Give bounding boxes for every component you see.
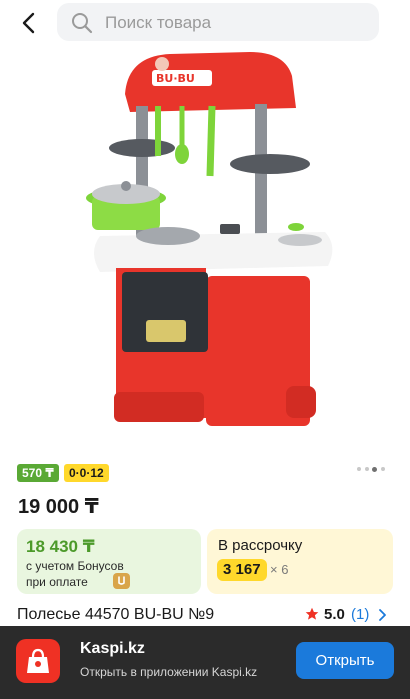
search-placeholder: Поиск товара [105, 13, 212, 32]
back-button[interactable] [14, 8, 44, 38]
app-install-banner: Kaspi.kz Открыть в приложении Kaspi.kz О… [0, 626, 410, 699]
installment-amount: 3 167 [217, 559, 267, 581]
product-title: Полесье 44570 BU-BU №9 [17, 606, 215, 623]
open-in-app-button[interactable]: Открыть [296, 642, 394, 679]
product-price: 19 000 ₸ [18, 496, 99, 518]
gallery-dot-active[interactable] [372, 466, 377, 472]
installment-card[interactable]: В рассрочку 3 167 × 6 [207, 529, 393, 594]
gallery-pagination[interactable] [357, 465, 387, 473]
product-image[interactable]: BU·BU [70, 46, 340, 446]
reviews-count-link[interactable]: (1) [351, 606, 369, 623]
toy-kitchen-image: BU·BU [86, 52, 333, 426]
svg-text:BU·BU: BU·BU [156, 72, 195, 85]
installment-badge: 0·0·12 [64, 464, 109, 482]
search-input[interactable]: Поиск товара [57, 3, 379, 41]
bonus-coin-icon [118, 576, 125, 585]
search-icon [72, 13, 93, 34]
bonus-badge: 570 ₸ [17, 464, 59, 482]
star-icon [305, 607, 319, 620]
top-bar: Поиск товара [0, 0, 410, 46]
kaspi-bag-icon [27, 648, 49, 673]
gallery-dot[interactable] [357, 467, 361, 471]
rating-value: 5.0 [324, 606, 345, 623]
bonus-price-card[interactable]: 18 430 ₸ с учетом Бонусов при оплате [17, 529, 201, 594]
gallery-dot[interactable] [381, 467, 385, 471]
bonus-note-line2: при оплате [26, 575, 88, 589]
chevron-right-icon [379, 609, 386, 621]
bonus-info-icon[interactable] [113, 573, 130, 589]
installment-multiplier: × 6 [270, 562, 289, 577]
installment-title: В рассрочку [218, 537, 303, 554]
app-subtitle: Открыть в приложении Kaspi.kz [80, 665, 258, 679]
kaspi-logo-icon [16, 639, 60, 683]
bonus-price: 18 430 ₸ [26, 537, 95, 556]
gallery-dot[interactable] [365, 467, 369, 471]
app-name: Kaspi.kz [80, 640, 145, 657]
bonus-note-line1: с учетом Бонусов [26, 559, 124, 573]
chevron-left-icon [22, 12, 35, 34]
